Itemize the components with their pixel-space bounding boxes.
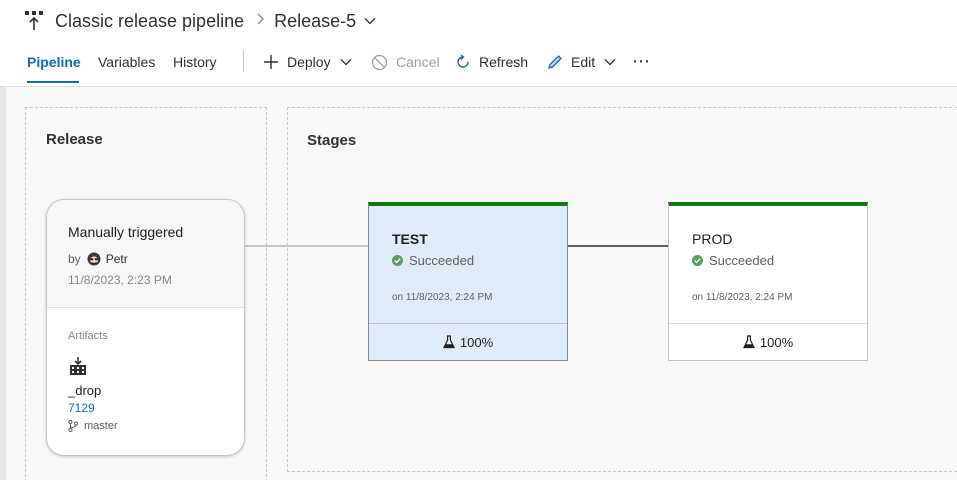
pencil-icon bbox=[547, 54, 563, 70]
tab-history[interactable]: History bbox=[173, 54, 217, 82]
pipeline-icon bbox=[24, 10, 44, 32]
edit-label: Edit bbox=[571, 54, 596, 70]
stage-date: on 11/8/2023, 2:24 PM bbox=[392, 292, 493, 303]
refresh-icon bbox=[455, 54, 471, 70]
breadcrumb-pipeline-link[interactable]: Classic release pipeline bbox=[55, 11, 244, 32]
branch-icon bbox=[68, 420, 78, 432]
by-label: by bbox=[68, 252, 81, 266]
release-panel-title: Release bbox=[46, 131, 103, 148]
chevron-down-icon bbox=[604, 58, 616, 66]
deploy-button[interactable]: Deploy bbox=[263, 52, 352, 72]
stage-card-test[interactable]: TEST Succeeded on 11/8/2023, 2:24 PM 100… bbox=[368, 202, 568, 361]
plus-icon bbox=[263, 54, 279, 70]
stage-status-label: Succeeded bbox=[409, 253, 475, 268]
build-link[interactable]: 7129 bbox=[68, 401, 95, 415]
stage-status: Succeeded bbox=[692, 253, 774, 268]
cancel-button[interactable]: Cancel bbox=[371, 52, 440, 72]
more-actions-button[interactable]: ⋯ bbox=[632, 51, 651, 72]
cancel-icon bbox=[371, 54, 388, 71]
stage-tests-summary[interactable]: 100% bbox=[369, 323, 567, 360]
avatar bbox=[87, 252, 101, 266]
stage-status-label: Succeeded bbox=[709, 253, 775, 268]
trigger-text: Manually triggered bbox=[68, 224, 184, 240]
breadcrumb: Classic release pipeline Release-5 bbox=[24, 8, 376, 34]
toolbar-divider bbox=[243, 50, 244, 72]
stages-panel-title: Stages bbox=[307, 132, 357, 149]
stage-name: TEST bbox=[392, 231, 428, 247]
tab-variables[interactable]: Variables bbox=[98, 54, 155, 82]
deploy-label: Deploy bbox=[287, 54, 331, 70]
cancel-label: Cancel bbox=[396, 54, 440, 70]
chevron-down-icon bbox=[340, 58, 352, 66]
branch-info: master bbox=[68, 420, 118, 432]
tests-pass-rate: 100% bbox=[459, 334, 494, 350]
refresh-label: Refresh bbox=[479, 54, 529, 70]
refresh-button[interactable]: Refresh bbox=[455, 52, 528, 72]
check-circle-icon bbox=[392, 255, 403, 266]
release-trigger-section: Manually triggered by Petr 11/8/2023, 2:… bbox=[47, 200, 244, 308]
flask-icon bbox=[442, 335, 455, 349]
toolbar: Pipeline Variables History Deploy Cancel… bbox=[0, 44, 957, 83]
edit-button[interactable]: Edit bbox=[547, 52, 616, 72]
triggered-by: by Petr bbox=[68, 252, 128, 266]
flask-icon bbox=[742, 335, 755, 349]
stage-name: PROD bbox=[692, 231, 733, 247]
test-to-prod-connector bbox=[568, 245, 669, 247]
trigger-date: 11/8/2023, 2:23 PM bbox=[68, 273, 172, 287]
tab-pipeline[interactable]: Pipeline bbox=[27, 54, 81, 82]
stage-card-prod[interactable]: PROD Succeeded on 11/8/2023, 2:24 PM 100… bbox=[668, 202, 868, 361]
chevron-down-icon[interactable] bbox=[364, 17, 376, 25]
breadcrumb-release-selector[interactable]: Release-5 bbox=[274, 11, 356, 32]
active-tab-indicator bbox=[27, 81, 79, 83]
stage-tests-summary[interactable]: 100% bbox=[669, 323, 867, 360]
artifact-icon bbox=[68, 356, 88, 376]
page-header: Classic release pipeline Release-5 Pipel… bbox=[0, 0, 957, 87]
check-circle-icon bbox=[692, 255, 703, 266]
stage-date: on 11/8/2023, 2:24 PM bbox=[692, 292, 793, 303]
stage-status: Succeeded bbox=[392, 253, 474, 268]
artifact-name: _drop bbox=[68, 383, 102, 398]
release-card[interactable]: Manually triggered by Petr 11/8/2023, 2:… bbox=[46, 199, 245, 456]
artifacts-label: Artifacts bbox=[68, 330, 108, 342]
breadcrumb-separator-icon bbox=[256, 12, 265, 30]
user-name: Petr bbox=[105, 252, 128, 266]
tests-pass-rate: 100% bbox=[759, 334, 794, 350]
branch-name: master bbox=[84, 420, 118, 432]
release-to-test-connector bbox=[245, 245, 369, 247]
